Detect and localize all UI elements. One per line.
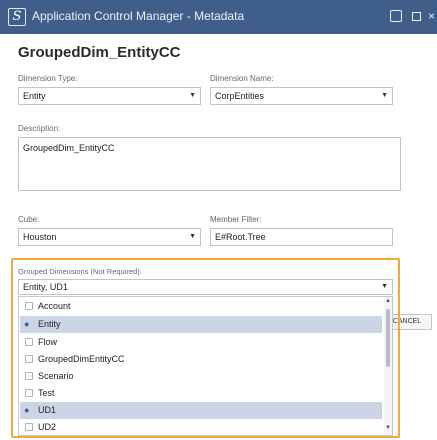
option-flow[interactable]: Flow <box>20 334 382 351</box>
scroll-up-icon[interactable]: ▲ <box>385 298 391 304</box>
chevron-down-icon: ▼ <box>189 233 196 240</box>
checked-dot-icon[interactable]: ● <box>24 320 29 329</box>
window-title: Application Control Manager - Metadata <box>32 9 245 23</box>
grouped-dimensions-select[interactable]: Entity, UD1 ▼ <box>18 279 393 295</box>
dimension-name-label: Dimension Name: <box>210 74 274 83</box>
checked-dot-icon[interactable]: ● <box>24 406 29 415</box>
description-field[interactable]: GroupedDim_EntityCC <box>18 137 401 191</box>
dimension-type-value: Entity <box>23 91 46 101</box>
checkbox-icon[interactable] <box>25 372 33 380</box>
dimension-name-select[interactable]: CorpEntities ▼ <box>210 87 393 105</box>
option-test[interactable]: Test <box>20 385 382 402</box>
member-filter-label: Member Filter: <box>210 215 262 224</box>
option-label: Scenario <box>38 371 74 381</box>
dimension-name-value: CorpEntities <box>215 91 265 101</box>
grouped-dimensions-value: Entity, UD1 <box>23 282 68 292</box>
dimension-type-label: Dimension Type: <box>18 74 78 83</box>
option-groupeddimentitycc[interactable]: GroupedDimEntityCC <box>20 351 382 368</box>
option-ud1[interactable]: ● UD1 <box>20 402 382 419</box>
scroll-down-icon[interactable]: ▼ <box>385 425 391 431</box>
app-logo-icon: S <box>8 8 26 26</box>
option-label: Account <box>38 301 71 311</box>
option-label: UD2 <box>38 422 57 432</box>
cube-value: Houston <box>23 232 57 242</box>
option-label: Test <box>38 388 55 398</box>
checkbox-icon[interactable] <box>25 338 33 346</box>
option-account[interactable]: Account <box>20 298 382 315</box>
option-label: Flow <box>38 337 58 347</box>
restore-icon[interactable] <box>390 10 402 22</box>
option-label: UD1 <box>38 405 57 415</box>
title-bar: S Application Control Manager - Metadata… <box>0 0 437 34</box>
option-ud2[interactable]: UD2 <box>20 419 382 435</box>
grouped-dimensions-label: Grouped Dimensions (Not Required): <box>18 267 142 276</box>
maximize-icon[interactable] <box>412 12 421 21</box>
option-scenario[interactable]: Scenario <box>20 368 382 385</box>
description-label: Description: <box>18 124 61 133</box>
cube-select[interactable]: Houston ▼ <box>18 228 201 246</box>
checkbox-icon[interactable] <box>25 302 33 310</box>
checkbox-icon[interactable] <box>25 355 33 363</box>
cube-label: Cube: <box>18 215 40 224</box>
chevron-down-icon: ▼ <box>381 283 388 290</box>
member-filter-input[interactable]: E#Root.Tree <box>210 228 393 246</box>
grouped-dimensions-dropdown: Account ● Entity Flow GroupedDimEntityCC… <box>18 296 393 436</box>
option-label: GroupedDimEntityCC <box>38 354 125 364</box>
checkbox-icon[interactable] <box>25 423 33 431</box>
close-icon[interactable]: × <box>428 10 437 22</box>
option-label: Entity <box>38 319 61 329</box>
dimension-type-select[interactable]: Entity ▼ <box>18 87 201 105</box>
checkbox-icon[interactable] <box>25 389 33 397</box>
chevron-down-icon: ▼ <box>189 92 196 99</box>
page-title: GroupedDim_EntityCC <box>18 44 181 61</box>
scroll-thumb[interactable] <box>386 309 390 367</box>
chevron-down-icon: ▼ <box>381 92 388 99</box>
dropdown-scrollbar[interactable]: ▲ ▼ <box>384 297 392 435</box>
option-entity[interactable]: ● Entity <box>20 316 382 333</box>
